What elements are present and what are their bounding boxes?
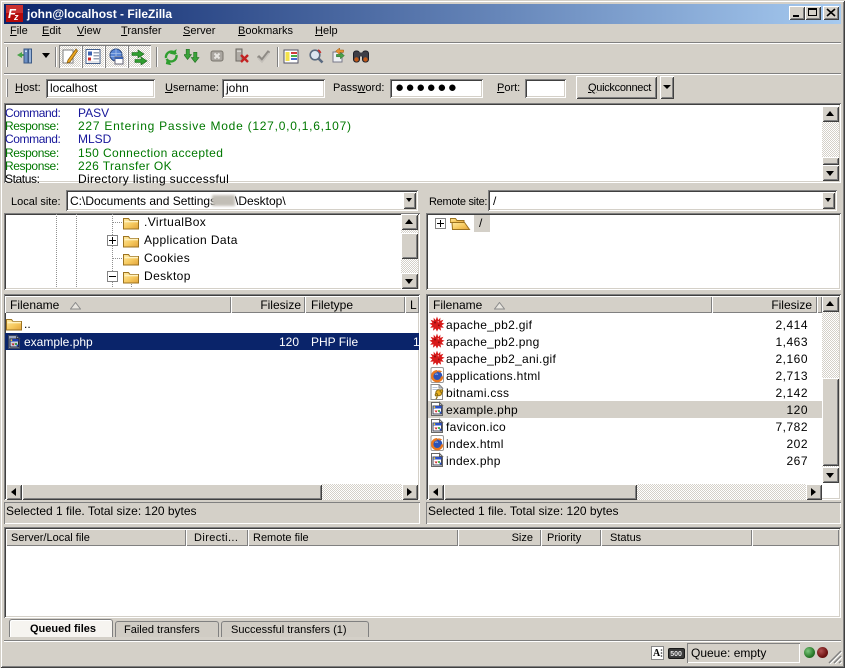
svg-text:z: z <box>13 12 19 22</box>
svg-text:A: A <box>653 648 661 659</box>
svg-text:500: 500 <box>670 651 682 658</box>
